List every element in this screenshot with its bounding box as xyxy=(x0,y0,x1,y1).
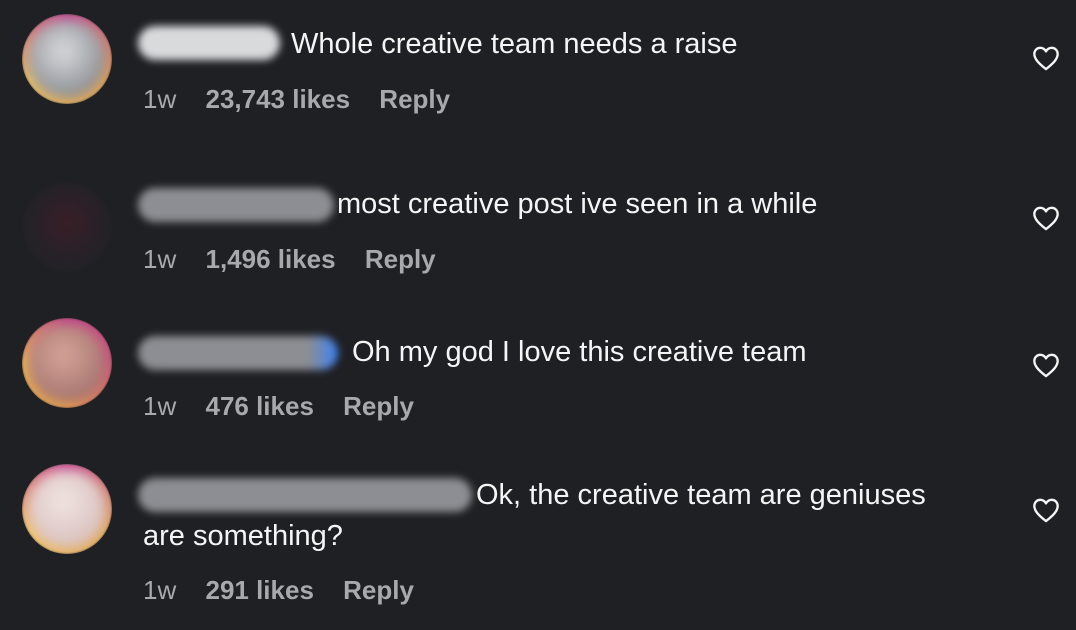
avatar[interactable] xyxy=(22,318,112,408)
comment-age: 1w xyxy=(143,575,177,605)
avatar[interactable] xyxy=(22,182,112,272)
heart-outline-icon[interactable] xyxy=(1032,205,1060,231)
username-redacted[interactable] xyxy=(138,188,334,222)
like-count[interactable]: 291 likes xyxy=(205,575,313,605)
reply-button[interactable]: Reply xyxy=(343,575,414,605)
like-count[interactable]: 476 likes xyxy=(205,391,313,421)
comment-text: most creative post ive seen in a while xyxy=(337,188,818,220)
reply-button[interactable]: Reply xyxy=(365,244,436,274)
reply-button[interactable]: Reply xyxy=(343,391,414,421)
username-redacted[interactable] xyxy=(138,478,472,512)
heart-outline-icon[interactable] xyxy=(1032,497,1060,523)
comment-text-continued: are something? xyxy=(143,520,343,552)
comment-age: 1w xyxy=(143,244,177,274)
comment-age: 1w xyxy=(143,391,177,421)
comment-age: 1w xyxy=(143,84,177,114)
comment-meta: 1w 1,496 likes Reply xyxy=(143,244,458,275)
like-count[interactable]: 23,743 likes xyxy=(205,84,350,114)
comment-text: Whole creative team needs a raise xyxy=(291,28,738,60)
comment-meta: 1w 476 likes Reply xyxy=(143,391,436,422)
like-count[interactable]: 1,496 likes xyxy=(205,244,335,274)
avatar[interactable] xyxy=(22,14,112,104)
avatar[interactable] xyxy=(22,464,112,554)
comment-meta: 1w 23,743 likes Reply xyxy=(143,84,472,115)
comment-meta: 1w 291 likes Reply xyxy=(143,575,436,606)
heart-outline-icon[interactable] xyxy=(1032,45,1060,71)
reply-button[interactable]: Reply xyxy=(379,84,450,114)
comment-text: Ok, the creative team are geniuses xyxy=(476,479,926,511)
username-redacted[interactable] xyxy=(138,26,280,60)
heart-outline-icon[interactable] xyxy=(1032,352,1060,378)
username-redacted[interactable] xyxy=(138,336,338,370)
comment-text: Oh my god I love this creative team xyxy=(352,336,807,368)
